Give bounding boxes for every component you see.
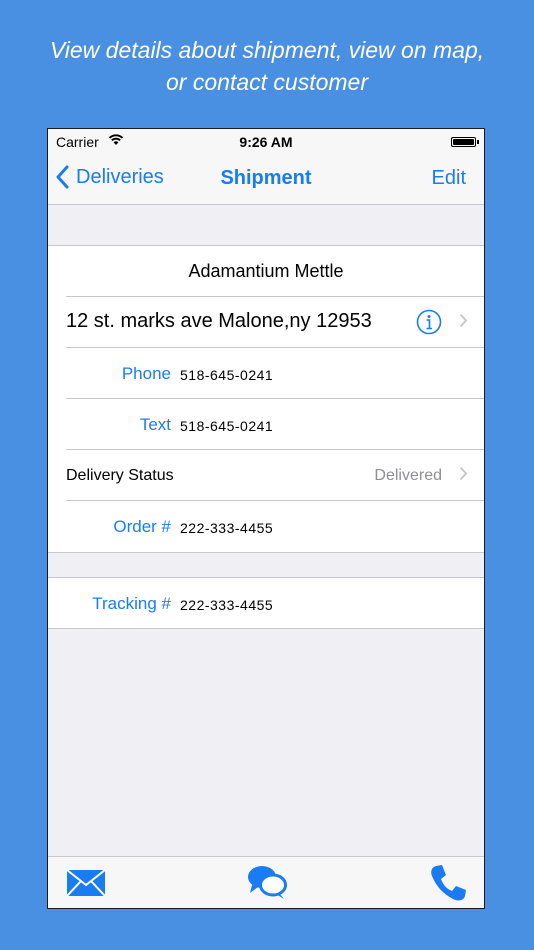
delivery-status-value: Delivered (374, 467, 442, 484)
caption-line-2: or contact customer (166, 69, 368, 95)
order-value: 222-333-4455 (180, 520, 274, 536)
text-label: Text (139, 415, 171, 434)
text-value[interactable]: 518-645-0241 (180, 418, 273, 434)
delivery-status-row[interactable]: Delivery Status Delivered (48, 450, 484, 501)
text-row[interactable]: Text 518-645-0241 (48, 399, 484, 450)
mail-icon[interactable] (66, 869, 106, 902)
navigation-bar: Deliveries Shipment Edit (48, 155, 484, 205)
caption-line-1: View details about shipment, view on map… (49, 37, 485, 63)
chevron-right-icon (459, 466, 468, 486)
info-icon[interactable] (416, 309, 442, 340)
chat-icon[interactable] (246, 863, 288, 906)
tracking-label: Tracking # (92, 594, 171, 613)
order-label: Order # (113, 517, 171, 536)
chevron-left-icon (56, 165, 69, 189)
tracking-row: Tracking # 222-333-4455 (48, 578, 484, 628)
tracking-section: Tracking # 222-333-4455 (48, 577, 484, 629)
bottom-toolbar (48, 856, 484, 908)
customer-name-row: Adamantium Mettle (48, 246, 484, 297)
order-row: Order # 222-333-4455 (48, 501, 484, 552)
tracking-value: 222-333-4455 (180, 597, 274, 613)
shipment-details-section: Adamantium Mettle 12 st. marks ave Malon… (48, 245, 484, 553)
status-time: 9:26 AM (239, 134, 293, 150)
chevron-right-icon (459, 313, 468, 333)
phone-icon[interactable] (428, 863, 468, 908)
phone-row[interactable]: Phone 518-645-0241 (48, 348, 484, 399)
phone-screen: Carrier 9:26 AM Deliveries Shipment Edit… (47, 128, 485, 909)
promo-caption: View details about shipment, view on map… (0, 34, 534, 98)
edit-button[interactable]: Edit (432, 167, 466, 190)
phone-label: Phone (121, 364, 171, 383)
battery-icon (451, 137, 479, 147)
status-bar: Carrier 9:26 AM (48, 129, 484, 155)
address-row[interactable]: 12 st. marks ave Malone,ny 12953 (48, 297, 484, 348)
back-button-label: Deliveries (76, 165, 164, 188)
delivery-status-label: Delivery Status (66, 467, 174, 484)
address-text: 12 st. marks ave Malone,ny 12953 (66, 310, 372, 332)
phone-value[interactable]: 518-645-0241 (180, 367, 273, 383)
back-button[interactable]: Deliveries (56, 165, 164, 189)
customer-name: Adamantium Mettle (188, 261, 344, 281)
